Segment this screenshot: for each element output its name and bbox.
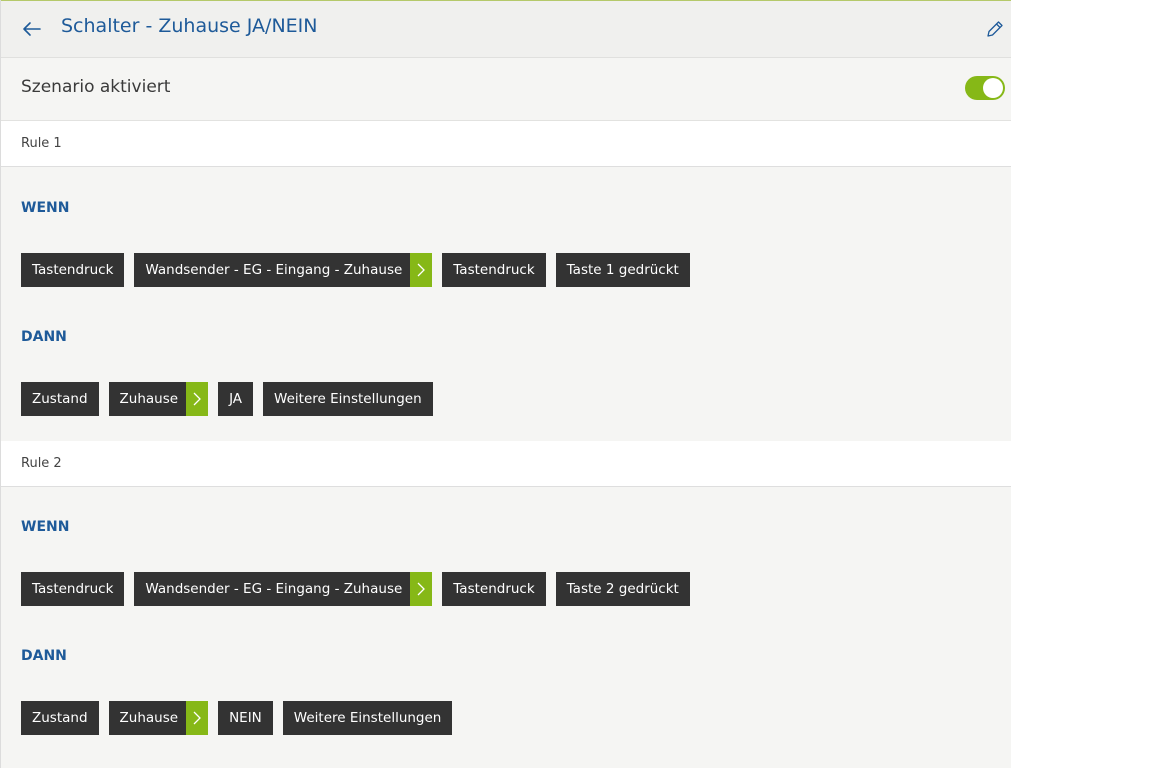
chip-label: Wandsender - EG - Eingang - Zuhause — [145, 581, 403, 597]
rule-2-state-chip[interactable]: Zuhause — [108, 701, 209, 735]
scenario-activated-row: Szenario aktiviert — [1, 59, 1011, 121]
chip-label: Tastendruck — [32, 262, 114, 278]
rule-1-state-chip[interactable]: Zuhause — [108, 382, 209, 416]
pencil-icon[interactable] — [985, 19, 1005, 39]
rule-2-then-chips: Zustand Zuhause NEIN Weitere Einstellung… — [21, 701, 453, 735]
chip-label: NEIN — [229, 710, 262, 726]
rule-2-value-chip[interactable]: NEIN — [218, 701, 273, 735]
chip-label: Tastendruck — [453, 262, 535, 278]
chip-label: Tastendruck — [453, 581, 535, 597]
rule-2-when-chips: Tastendruck Wandsender - EG - Eingang - … — [21, 572, 690, 606]
chevron-right-icon[interactable] — [410, 572, 433, 606]
rule-1-when-chips: Tastendruck Wandsender - EG - Eingang - … — [21, 253, 690, 287]
scenario-activated-label: Szenario aktiviert — [21, 77, 171, 97]
header-bar: Schalter - Zuhause JA/NEIN — [1, 0, 1011, 58]
rule-1-value-chip[interactable]: JA — [218, 382, 254, 416]
rule-1-then-chips: Zustand Zuhause JA Weitere Einstellungen — [21, 382, 433, 416]
chip-label: Zuhause — [119, 391, 179, 407]
rule-1-event-chip[interactable]: Tastendruck — [442, 253, 546, 287]
rule-1-when-label: WENN — [21, 200, 70, 216]
rule-1-more-settings-chip[interactable]: Weitere Einstellungen — [263, 382, 433, 416]
rule-2-action-type-chip[interactable]: Zustand — [21, 701, 99, 735]
chevron-right-icon[interactable] — [410, 253, 433, 287]
rule-2-trigger-type-chip[interactable]: Tastendruck — [21, 572, 125, 606]
chip-label: Weitere Einstellungen — [274, 391, 422, 407]
arrow-left-icon[interactable] — [21, 18, 43, 40]
chip-label: Wandsender - EG - Eingang - Zuhause — [145, 262, 403, 278]
rule-1-device-chip[interactable]: Wandsender - EG - Eingang - Zuhause — [134, 253, 433, 287]
toggle-knob — [983, 78, 1003, 98]
chip-label: Taste 1 gedrückt — [566, 262, 679, 278]
rule-2-then-label: DANN — [21, 648, 67, 664]
rule-2-header: Rule 2 — [1, 441, 1011, 487]
rule-2-when-label: WENN — [21, 519, 70, 535]
chip-label: Zustand — [32, 710, 88, 726]
rule-1-title: Rule 1 — [21, 136, 62, 151]
rule-1-button-chip[interactable]: Taste 1 gedrückt — [555, 253, 690, 287]
chip-label: JA — [229, 391, 243, 407]
scenario-activated-toggle[interactable] — [965, 76, 1005, 100]
rule-2-event-chip[interactable]: Tastendruck — [442, 572, 546, 606]
rule-1-header: Rule 1 — [1, 121, 1011, 167]
chevron-right-icon[interactable] — [186, 382, 209, 416]
chip-label: Taste 2 gedrückt — [566, 581, 679, 597]
rule-1-action-type-chip[interactable]: Zustand — [21, 382, 99, 416]
rule-2-button-chip[interactable]: Taste 2 gedrückt — [555, 572, 690, 606]
chip-label: Tastendruck — [32, 581, 114, 597]
rule-2-title: Rule 2 — [21, 456, 62, 471]
page-title: Schalter - Zuhause JA/NEIN — [61, 15, 318, 37]
chip-label: Zustand — [32, 391, 88, 407]
rule-2-device-chip[interactable]: Wandsender - EG - Eingang - Zuhause — [134, 572, 433, 606]
chevron-right-icon[interactable] — [186, 701, 209, 735]
chip-label: Weitere Einstellungen — [293, 710, 442, 726]
rule-2-more-settings-chip[interactable]: Weitere Einstellungen — [282, 701, 453, 735]
rule-1-trigger-type-chip[interactable]: Tastendruck — [21, 253, 125, 287]
scenario-editor: Schalter - Zuhause JA/NEIN Szenario akti… — [0, 0, 1011, 768]
rule-1-then-label: DANN — [21, 329, 67, 345]
chip-label: Zuhause — [119, 710, 179, 726]
